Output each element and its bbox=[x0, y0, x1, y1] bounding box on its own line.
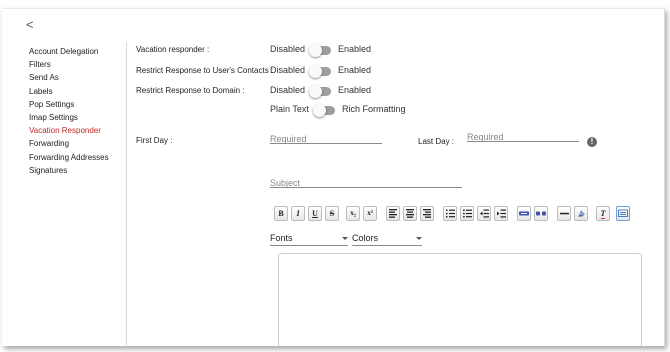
last-day-input[interactable] bbox=[467, 130, 579, 144]
sidebar-item-account-delegation[interactable]: Account Delegation bbox=[29, 45, 125, 58]
strikethrough-button[interactable]: S bbox=[325, 206, 339, 221]
restrict-domain-toggle[interactable] bbox=[309, 85, 331, 98]
chevron-down-icon bbox=[416, 237, 422, 240]
sidebar-item-signatures[interactable]: Signatures bbox=[29, 164, 125, 177]
sidebar-item-imap-settings[interactable]: Imap Settings bbox=[29, 111, 125, 124]
info-icon[interactable]: ! bbox=[587, 137, 597, 147]
source-icon bbox=[618, 209, 628, 217]
sidebar-item-send-as[interactable]: Send As bbox=[29, 71, 125, 84]
sidebar-item-forwarding[interactable]: Forwarding bbox=[29, 137, 125, 150]
last-day-label: Last Day : bbox=[418, 137, 455, 146]
format-toggle[interactable] bbox=[313, 104, 335, 117]
clear-format-button[interactable]: T bbox=[596, 206, 610, 221]
message-body-editor[interactable] bbox=[278, 253, 642, 346]
ordered-list-icon bbox=[445, 209, 455, 218]
align-center-button[interactable] bbox=[403, 206, 417, 221]
sidebar-item-filters[interactable]: Filters bbox=[29, 58, 125, 71]
chevron-down-icon bbox=[342, 237, 348, 240]
insert-link-button[interactable] bbox=[517, 206, 531, 221]
restrict-contacts-label: Restrict Response to User's Contacts : bbox=[136, 66, 274, 75]
toggle-knob bbox=[309, 44, 322, 57]
outdent-button[interactable] bbox=[477, 206, 491, 221]
first-day-label: First Day : bbox=[136, 136, 173, 145]
subscript-button[interactable]: x₂ bbox=[346, 206, 360, 221]
subject-input[interactable] bbox=[270, 176, 462, 190]
font-family-value: Fonts bbox=[270, 233, 293, 243]
sidebar-divider bbox=[126, 42, 127, 346]
settings-window: < Account Delegation Filters Send As Lab… bbox=[2, 8, 665, 346]
superscript-button[interactable]: x² bbox=[363, 206, 377, 221]
restrict-contacts-disabled-label: Disabled bbox=[270, 65, 306, 75]
remove-link-button[interactable] bbox=[534, 206, 548, 221]
last-day-field bbox=[467, 127, 579, 144]
rich-formatting-label: Rich Formatting bbox=[342, 104, 406, 114]
clear-format-icon: T bbox=[600, 209, 606, 219]
align-left-button[interactable] bbox=[386, 206, 400, 221]
settings-sidebar: Account Delegation Filters Send As Label… bbox=[29, 45, 125, 177]
vacation-responder-label: Vacation responder : bbox=[136, 45, 210, 54]
horizontal-rule-icon bbox=[559, 212, 569, 215]
bold-button[interactable]: B bbox=[274, 206, 288, 221]
restrict-domain-disabled-label: Disabled bbox=[270, 85, 306, 95]
indent-icon bbox=[496, 209, 506, 218]
back-arrow-icon[interactable]: < bbox=[26, 18, 34, 31]
vacation-responder-disabled-label: Disabled bbox=[270, 44, 306, 54]
restrict-domain-label: Restrict Response to Domain : bbox=[136, 86, 245, 95]
subject-field bbox=[270, 173, 462, 190]
sidebar-item-pop-settings[interactable]: Pop Settings bbox=[29, 98, 125, 111]
text-color-select[interactable]: Colors bbox=[352, 231, 422, 246]
bullet-list-button[interactable] bbox=[460, 206, 474, 221]
sidebar-item-labels[interactable]: Labels bbox=[29, 85, 125, 98]
align-right-icon bbox=[423, 209, 431, 218]
restrict-contacts-toggle[interactable] bbox=[309, 65, 331, 78]
italic-button[interactable]: I bbox=[291, 206, 305, 221]
toggle-knob bbox=[313, 104, 326, 117]
text-color-value: Colors bbox=[352, 233, 379, 243]
unlink-icon bbox=[536, 211, 546, 216]
align-center-icon bbox=[406, 209, 414, 218]
sidebar-item-vacation-responder[interactable]: Vacation Responder bbox=[29, 124, 125, 137]
restrict-domain-enabled-label: Enabled bbox=[338, 85, 372, 95]
link-icon bbox=[519, 211, 529, 216]
image-icon bbox=[577, 210, 585, 217]
font-family-select[interactable]: Fonts bbox=[270, 231, 348, 246]
toggle-knob bbox=[309, 65, 322, 78]
align-left-icon bbox=[389, 209, 397, 218]
source-view-button[interactable] bbox=[616, 206, 630, 221]
align-right-button[interactable] bbox=[420, 206, 434, 221]
vacation-responder-toggle[interactable] bbox=[309, 44, 331, 57]
horizontal-rule-button[interactable] bbox=[557, 206, 571, 221]
plain-text-label: Plain Text bbox=[270, 104, 309, 114]
insert-image-button[interactable] bbox=[574, 206, 588, 221]
first-day-input[interactable] bbox=[270, 132, 382, 146]
first-day-field bbox=[270, 129, 382, 146]
sidebar-item-forwarding-addresses[interactable]: Forwarding Addresses bbox=[29, 151, 125, 164]
ordered-list-button[interactable] bbox=[443, 206, 457, 221]
underline-button[interactable]: U bbox=[308, 206, 322, 221]
outdent-icon bbox=[479, 209, 489, 218]
restrict-contacts-enabled-label: Enabled bbox=[338, 65, 372, 75]
bullet-list-icon bbox=[462, 209, 472, 218]
vacation-responder-enabled-label: Enabled bbox=[338, 44, 372, 54]
toggle-knob bbox=[309, 85, 322, 98]
indent-button[interactable] bbox=[494, 206, 508, 221]
